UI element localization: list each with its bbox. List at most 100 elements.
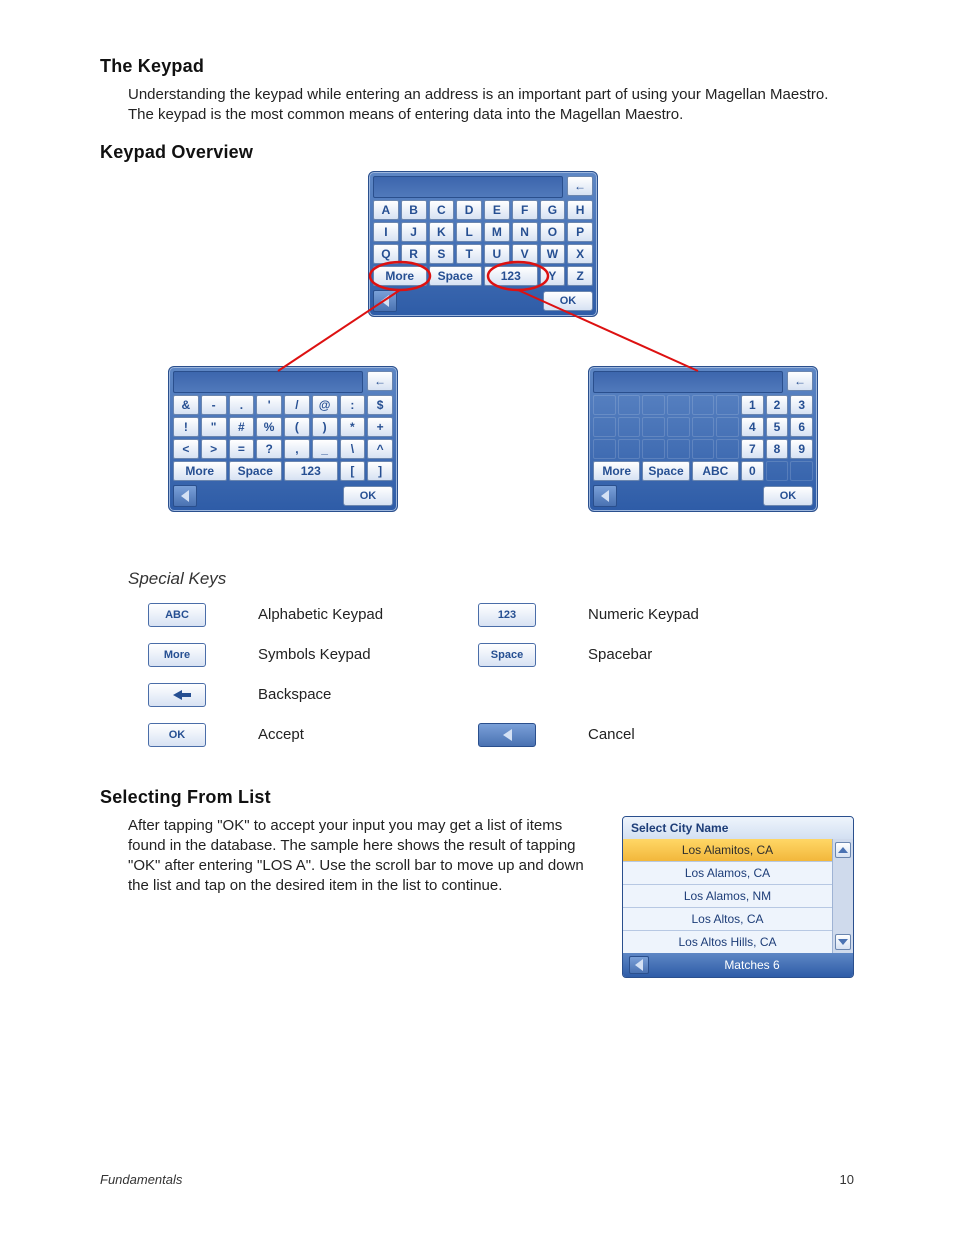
key-bang[interactable]: ! bbox=[173, 417, 199, 437]
chip-abc: ABC bbox=[148, 603, 206, 627]
keypad-alpha-input[interactable] bbox=[373, 176, 563, 198]
keypad-sym-input[interactable] bbox=[173, 371, 363, 393]
key-space[interactable]: Space bbox=[642, 461, 689, 481]
scroll-up-icon[interactable] bbox=[835, 842, 851, 858]
key-l[interactable]: L bbox=[456, 222, 482, 242]
key-v[interactable]: V bbox=[512, 244, 538, 264]
key-n[interactable]: N bbox=[512, 222, 538, 242]
key-quote[interactable]: " bbox=[201, 417, 227, 437]
key-blank bbox=[692, 395, 715, 415]
key-rparen[interactable]: ) bbox=[312, 417, 338, 437]
key-h[interactable]: H bbox=[567, 200, 593, 220]
key-lparen[interactable]: ( bbox=[284, 417, 310, 437]
key-o[interactable]: O bbox=[540, 222, 566, 242]
key-6[interactable]: 6 bbox=[790, 417, 813, 437]
key-g[interactable]: G bbox=[540, 200, 566, 220]
key-123[interactable]: 123 bbox=[484, 266, 538, 286]
key-eq[interactable]: = bbox=[229, 439, 255, 459]
key-u[interactable]: U bbox=[484, 244, 510, 264]
key-8[interactable]: 8 bbox=[766, 439, 789, 459]
key-d[interactable]: D bbox=[456, 200, 482, 220]
backspace-key[interactable]: ← bbox=[567, 176, 593, 196]
key-p[interactable]: P bbox=[567, 222, 593, 242]
cancel-button[interactable] bbox=[373, 290, 397, 312]
key-k[interactable]: K bbox=[429, 222, 455, 242]
key-4[interactable]: 4 bbox=[741, 417, 764, 437]
key-slash[interactable]: / bbox=[284, 395, 310, 415]
list-item[interactable]: Los Altos, CA bbox=[623, 907, 832, 930]
key-lbracket[interactable]: [ bbox=[340, 461, 366, 481]
key-q[interactable]: Q bbox=[373, 244, 399, 264]
key-9[interactable]: 9 bbox=[790, 439, 813, 459]
keypad-alpha-grid: A B C D E F G H I J K L M N O P Q R S T bbox=[369, 198, 597, 288]
list-item[interactable]: Los Alamos, CA bbox=[623, 861, 832, 884]
key-0[interactable]: 0 bbox=[741, 461, 764, 481]
key-colon[interactable]: : bbox=[340, 395, 366, 415]
list-item[interactable]: Los Alamos, NM bbox=[623, 884, 832, 907]
key-rbracket[interactable]: ] bbox=[367, 461, 393, 481]
city-scrollbar[interactable] bbox=[832, 839, 853, 953]
cancel-button[interactable] bbox=[173, 485, 197, 507]
key-gt[interactable]: > bbox=[201, 439, 227, 459]
scroll-down-icon[interactable] bbox=[835, 934, 851, 950]
key-space[interactable]: Space bbox=[429, 266, 483, 286]
key-pct[interactable]: % bbox=[256, 417, 282, 437]
key-hash[interactable]: # bbox=[229, 417, 255, 437]
key-abc[interactable]: ABC bbox=[692, 461, 739, 481]
key-bslash[interactable]: \ bbox=[340, 439, 366, 459]
key-comma[interactable]: , bbox=[284, 439, 310, 459]
cancel-button[interactable] bbox=[593, 485, 617, 507]
backspace-key[interactable]: ← bbox=[367, 371, 393, 391]
key-at[interactable]: @ bbox=[312, 395, 338, 415]
key-y[interactable]: Y bbox=[540, 266, 566, 286]
backspace-key[interactable]: ← bbox=[787, 371, 813, 391]
key-e[interactable]: E bbox=[484, 200, 510, 220]
key-c[interactable]: C bbox=[429, 200, 455, 220]
key-x[interactable]: X bbox=[567, 244, 593, 264]
key-7[interactable]: 7 bbox=[741, 439, 764, 459]
key-5[interactable]: 5 bbox=[766, 417, 789, 437]
ok-button[interactable]: OK bbox=[343, 486, 393, 506]
key-123[interactable]: 123 bbox=[284, 461, 338, 481]
key-space[interactable]: Space bbox=[229, 461, 283, 481]
key-dollar[interactable]: $ bbox=[367, 395, 393, 415]
key-j[interactable]: J bbox=[401, 222, 427, 242]
key-blank bbox=[593, 395, 616, 415]
key-1[interactable]: 1 bbox=[741, 395, 764, 415]
key-caret[interactable]: ^ bbox=[367, 439, 393, 459]
key-a[interactable]: A bbox=[373, 200, 399, 220]
keypad-num-input[interactable] bbox=[593, 371, 783, 393]
key-star[interactable]: * bbox=[340, 417, 366, 437]
key-plus[interactable]: + bbox=[367, 417, 393, 437]
list-item[interactable]: Los Alamitos, CA bbox=[623, 839, 832, 861]
chip-more: More bbox=[148, 643, 206, 667]
key-m[interactable]: M bbox=[484, 222, 510, 242]
key-lt[interactable]: < bbox=[173, 439, 199, 459]
key-qmark[interactable]: ? bbox=[256, 439, 282, 459]
key-i[interactable]: I bbox=[373, 222, 399, 242]
key-dash[interactable]: - bbox=[201, 395, 227, 415]
key-w[interactable]: W bbox=[540, 244, 566, 264]
ok-button[interactable]: OK bbox=[543, 291, 593, 311]
key-b[interactable]: B bbox=[401, 200, 427, 220]
key-3[interactable]: 3 bbox=[790, 395, 813, 415]
key-blank bbox=[642, 417, 665, 437]
key-t[interactable]: T bbox=[456, 244, 482, 264]
key-under[interactable]: _ bbox=[312, 439, 338, 459]
ok-button[interactable]: OK bbox=[763, 486, 813, 506]
key-more[interactable]: More bbox=[593, 461, 640, 481]
matches-label: Matches 6 bbox=[657, 958, 847, 972]
key-apos[interactable]: ' bbox=[256, 395, 282, 415]
key-period[interactable]: . bbox=[229, 395, 255, 415]
key-more[interactable]: More bbox=[373, 266, 427, 286]
key-2[interactable]: 2 bbox=[766, 395, 789, 415]
key-blank bbox=[618, 395, 641, 415]
key-r[interactable]: R bbox=[401, 244, 427, 264]
key-s[interactable]: S bbox=[429, 244, 455, 264]
list-item[interactable]: Los Altos Hills, CA bbox=[623, 930, 832, 953]
key-amp[interactable]: & bbox=[173, 395, 199, 415]
key-z[interactable]: Z bbox=[567, 266, 593, 286]
key-f[interactable]: F bbox=[512, 200, 538, 220]
key-more[interactable]: More bbox=[173, 461, 227, 481]
cancel-button[interactable] bbox=[629, 956, 649, 974]
